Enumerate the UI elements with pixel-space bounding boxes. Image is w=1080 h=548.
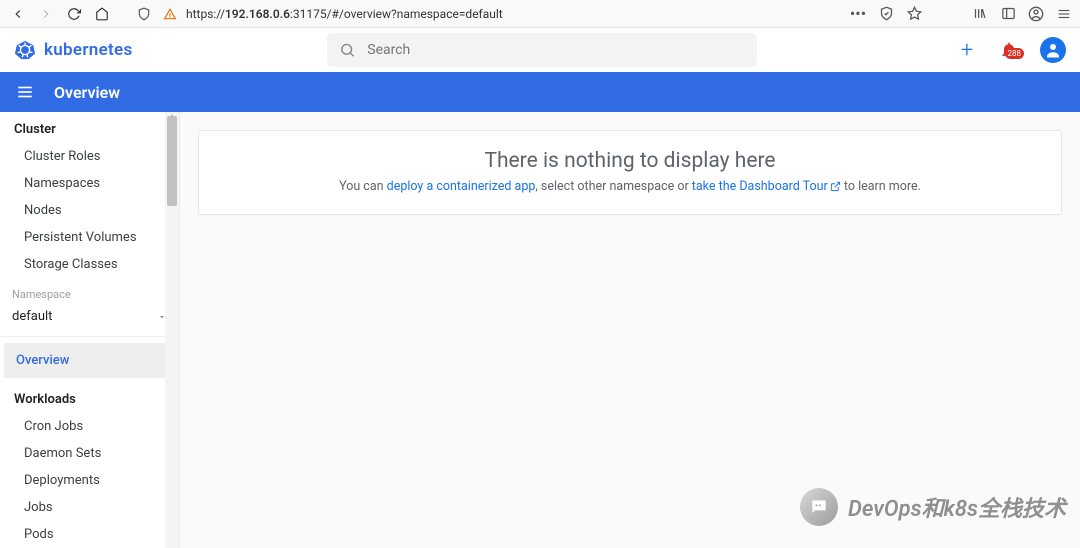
browser-toolbar: https://192.168.0.6:31175/#/overview?nam… bbox=[0, 0, 1080, 28]
namespace-select[interactable]: default bbox=[0, 303, 179, 337]
watermark-text: DevOps和k8s全栈技术 bbox=[848, 491, 1066, 523]
library-icon[interactable] bbox=[970, 4, 990, 24]
sidebar-item-jobs[interactable]: Jobs bbox=[0, 494, 179, 521]
notifications-button[interactable]: 288 bbox=[998, 39, 1020, 61]
create-button[interactable]: + bbox=[956, 39, 978, 61]
notification-badge: 288 bbox=[1005, 48, 1025, 59]
user-avatar[interactable] bbox=[1040, 37, 1066, 63]
url-text: https://192.168.0.6:31175/#/overview?nam… bbox=[186, 7, 503, 21]
lock-warning-icon bbox=[160, 4, 180, 24]
empty-state-card: There is nothing to display here You can… bbox=[198, 130, 1062, 215]
sidebar-section-workloads[interactable]: Workloads bbox=[0, 388, 179, 413]
account-icon[interactable] bbox=[1026, 4, 1046, 24]
hamburger-icon bbox=[16, 83, 34, 101]
sidebar-item-cluster-roles[interactable]: Cluster Roles bbox=[0, 143, 179, 170]
sidebar-item-cronjobs[interactable]: Cron Jobs bbox=[0, 413, 179, 440]
sidebar-item-persistent-volumes[interactable]: Persistent Volumes bbox=[0, 224, 179, 251]
sidebar-item-namespaces[interactable]: Namespaces bbox=[0, 170, 179, 197]
url-bar[interactable]: https://192.168.0.6:31175/#/overview?nam… bbox=[128, 3, 834, 25]
menu-toggle[interactable] bbox=[14, 81, 36, 103]
external-link-icon bbox=[830, 181, 841, 192]
namespace-value: default bbox=[12, 309, 52, 324]
app-header: kubernetes + 288 bbox=[0, 28, 1080, 72]
search-icon bbox=[339, 41, 356, 59]
sidebar-item-overview[interactable]: Overview bbox=[4, 343, 169, 378]
browser-menu-icon[interactable] bbox=[1054, 4, 1074, 24]
content-area: There is nothing to display here You can… bbox=[180, 112, 1080, 548]
page-title: Overview bbox=[54, 83, 120, 102]
bookmark-star-icon[interactable] bbox=[904, 4, 924, 24]
logo[interactable]: kubernetes bbox=[14, 39, 133, 61]
namespace-label: Namespace bbox=[0, 278, 179, 303]
kubernetes-logo-icon bbox=[14, 39, 36, 61]
sidebar-item-daemonsets[interactable]: Daemon Sets bbox=[0, 440, 179, 467]
sidebar-panel-icon[interactable] bbox=[998, 4, 1018, 24]
watermark: DevOps和k8s全栈技术 bbox=[800, 488, 1066, 526]
search-input[interactable] bbox=[367, 42, 744, 58]
sidebar-section-cluster[interactable]: Cluster bbox=[0, 112, 179, 143]
search-bar[interactable] bbox=[327, 33, 757, 67]
empty-title: There is nothing to display here bbox=[219, 149, 1041, 173]
empty-subtitle: You can deploy a containerized app, sele… bbox=[219, 179, 1041, 194]
dashboard-tour-link[interactable]: take the Dashboard Tour bbox=[692, 179, 841, 194]
watermark-avatar bbox=[800, 488, 838, 526]
sidebar-item-storage-classes[interactable]: Storage Classes bbox=[0, 251, 179, 278]
forward-button[interactable] bbox=[34, 2, 58, 26]
home-button[interactable] bbox=[90, 2, 114, 26]
shield-icon bbox=[134, 4, 154, 24]
section-bar: Overview bbox=[0, 72, 1080, 112]
person-icon bbox=[1044, 41, 1062, 59]
sidebar-item-pods[interactable]: Pods bbox=[0, 521, 179, 548]
brand-text: kubernetes bbox=[44, 40, 133, 60]
reload-button[interactable] bbox=[62, 2, 86, 26]
sidebar: ▴ Cluster Cluster Roles Namespaces Nodes… bbox=[0, 112, 180, 548]
back-button[interactable] bbox=[6, 2, 30, 26]
speech-bubble-icon bbox=[809, 497, 829, 517]
more-icon[interactable]: ••• bbox=[848, 4, 868, 24]
inspect-icon[interactable] bbox=[876, 4, 896, 24]
deploy-app-link[interactable]: deploy a containerized app bbox=[387, 179, 536, 194]
sidebar-scrollbar[interactable]: ▴ bbox=[165, 112, 179, 548]
sidebar-item-nodes[interactable]: Nodes bbox=[0, 197, 179, 224]
sidebar-item-deployments[interactable]: Deployments bbox=[0, 467, 179, 494]
scroll-thumb[interactable] bbox=[167, 116, 177, 206]
